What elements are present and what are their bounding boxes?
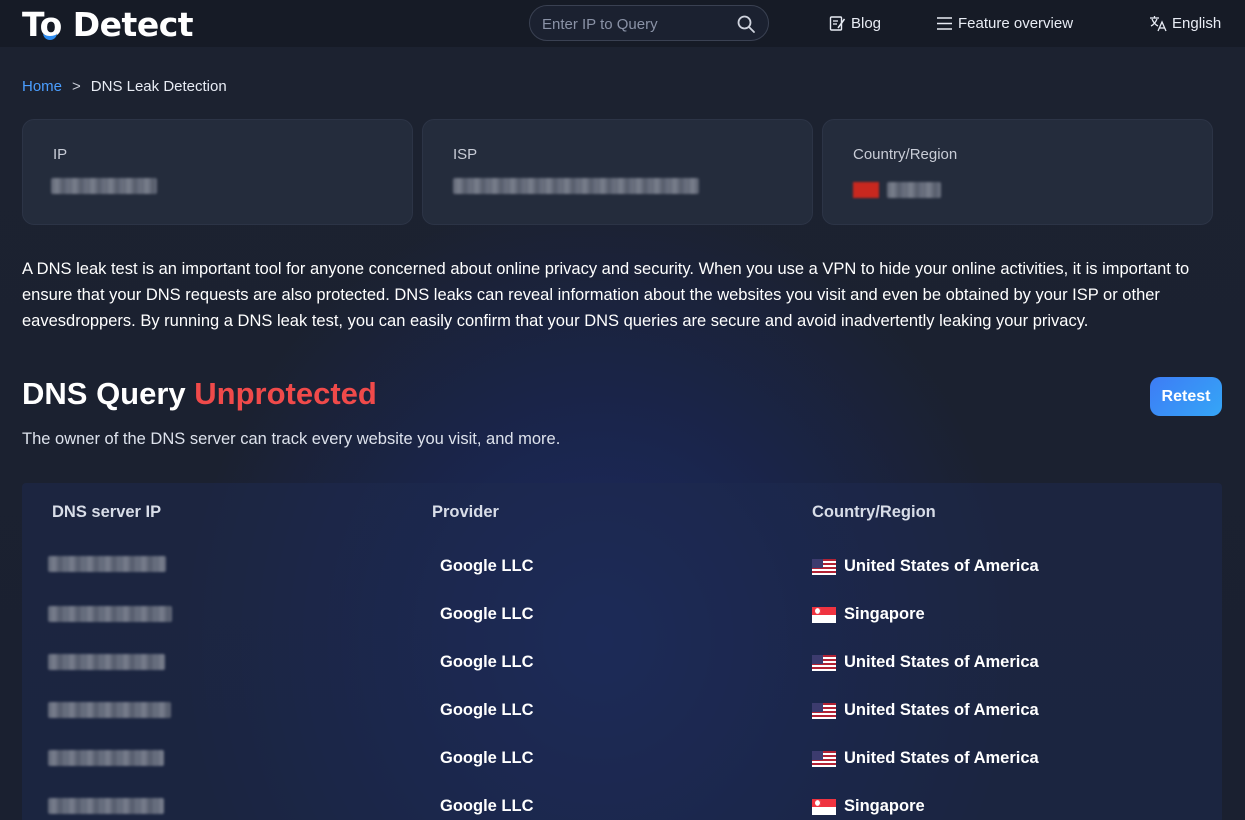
provider-cell: Google LLC	[440, 749, 534, 767]
provider-cell: Google LLC	[440, 605, 534, 623]
column-header-ip: DNS server IP	[52, 503, 162, 521]
search-icon[interactable]	[736, 14, 756, 34]
menu-icon	[937, 16, 952, 30]
isp-value-redacted	[453, 178, 699, 194]
sg-flag-icon	[812, 607, 836, 623]
breadcrumb: Home > DNS Leak Detection	[22, 78, 227, 95]
dns-server-table: DNS server IP Provider Country/Region Go…	[22, 483, 1222, 820]
nav-blog-label: Blog	[851, 14, 882, 32]
logo[interactable]: To Detect	[22, 5, 194, 44]
country-card: Country/Region	[822, 119, 1213, 225]
status-explanation: The owner of the DNS server can track ev…	[22, 430, 561, 448]
dns-ip-redacted	[48, 702, 171, 718]
table-row: Google LLC United States of America	[22, 735, 1222, 783]
top-navigation-bar: To Detect Blog Feature overview	[0, 0, 1245, 47]
dns-ip-redacted	[48, 750, 164, 766]
sg-flag-icon	[812, 799, 836, 815]
dns-leak-description: A DNS leak test is an important tool for…	[22, 260, 1190, 330]
heading-prefix: DNS Query	[22, 376, 186, 411]
edit-icon	[829, 15, 846, 31]
us-flag-icon	[812, 559, 836, 575]
us-flag-icon	[812, 703, 836, 719]
dns-ip-redacted	[48, 556, 166, 572]
dns-query-status-heading: DNS Query Unprotected	[22, 376, 377, 412]
table-row: Google LLC United States of America	[22, 543, 1222, 591]
breadcrumb-home-link[interactable]: Home	[22, 78, 62, 95]
dns-ip-redacted	[48, 606, 172, 622]
ip-search-input[interactable]	[542, 12, 732, 36]
china-flag-icon	[853, 182, 879, 198]
country-card-label: Country/Region	[853, 146, 958, 163]
provider-cell: Google LLC	[440, 557, 534, 575]
table-row: Google LLC United States of America	[22, 687, 1222, 735]
country-value-redacted	[887, 182, 941, 198]
provider-cell: Google LLC	[440, 701, 534, 719]
language-selector[interactable]: English	[1149, 12, 1221, 34]
ip-card: IP	[22, 119, 413, 225]
translate-icon	[1150, 15, 1167, 31]
nav-feature-overview-label: Feature overview	[958, 14, 1074, 32]
table-row: Google LLC United States of America	[22, 639, 1222, 687]
retest-button[interactable]: Retest	[1150, 377, 1222, 416]
country-cell: United States of America	[844, 557, 1039, 575]
ip-card-label: IP	[53, 146, 68, 163]
column-header-country: Country/Region	[812, 503, 936, 521]
table-row: Google LLC Singapore	[22, 783, 1222, 820]
dns-ip-redacted	[48, 798, 164, 814]
breadcrumb-separator: >	[72, 78, 81, 95]
protection-status: Unprotected	[194, 376, 377, 411]
us-flag-icon	[812, 751, 836, 767]
us-flag-icon	[812, 655, 836, 671]
dns-ip-redacted	[48, 654, 165, 670]
breadcrumb-current: DNS Leak Detection	[90, 78, 227, 95]
ip-search-box	[529, 5, 769, 41]
country-cell: United States of America	[844, 653, 1039, 671]
provider-cell: Google LLC	[440, 797, 534, 815]
ip-value-redacted	[51, 178, 157, 194]
table-row: Google LLC Singapore	[22, 591, 1222, 639]
country-cell: United States of America	[844, 749, 1039, 767]
column-header-provider: Provider	[432, 503, 499, 521]
country-cell: United States of America	[844, 701, 1039, 719]
isp-card: ISP	[422, 119, 813, 225]
country-cell: Singapore	[844, 605, 925, 623]
language-label: English	[1172, 14, 1222, 32]
nav-blog[interactable]: Blog	[829, 12, 881, 34]
nav-feature-overview[interactable]: Feature overview	[936, 12, 1073, 34]
isp-card-label: ISP	[453, 146, 478, 163]
country-cell: Singapore	[844, 797, 925, 815]
provider-cell: Google LLC	[440, 653, 534, 671]
